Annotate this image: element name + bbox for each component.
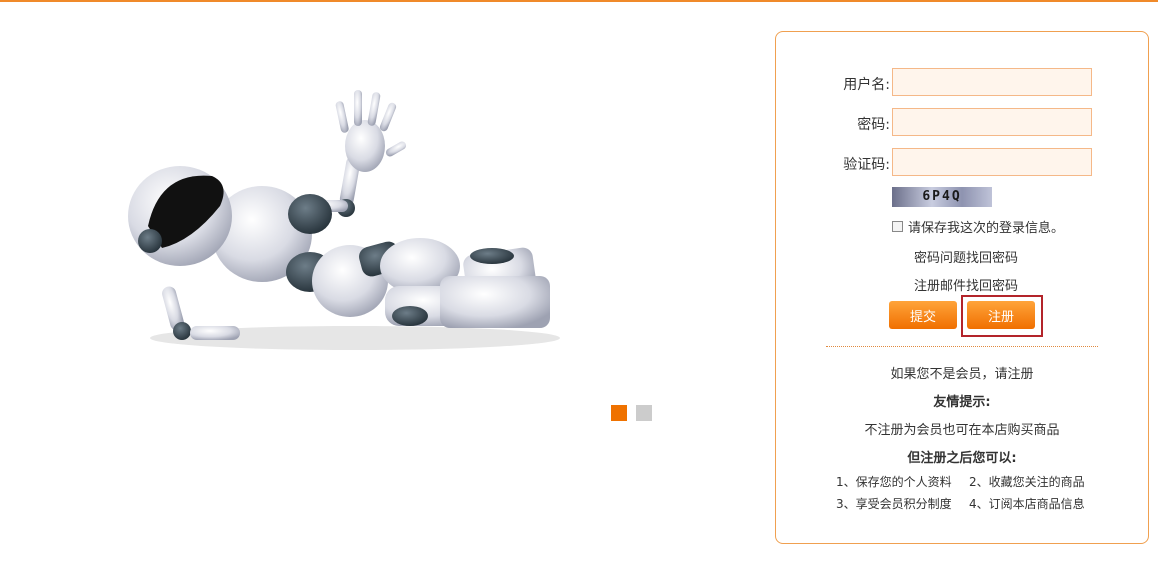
- benefit-item: 3、享受会员积分制度: [836, 497, 952, 511]
- carousel-dot-2[interactable]: [636, 405, 652, 421]
- username-input[interactable]: [892, 68, 1092, 96]
- captcha-row: 验证码:: [776, 148, 1148, 178]
- benefit-item: 2、收藏您关注的商品: [969, 475, 1085, 489]
- benefit-item: 4、订阅本店商品信息: [969, 497, 1085, 511]
- after-register-title: 但注册之后您可以:: [907, 451, 1017, 466]
- tip-text: 不注册为会员也可在本店购买商品: [864, 423, 1060, 438]
- tip-title: 友情提示:: [933, 395, 991, 410]
- carousel-image-robot[interactable]: [120, 76, 570, 366]
- remember-login[interactable]: 请保存我这次的登录信息。: [892, 217, 1064, 236]
- password-label: 密码:: [857, 117, 890, 133]
- divider: [826, 346, 1098, 347]
- recover-by-question-link[interactable]: 密码问题找回密码: [914, 247, 1018, 266]
- remember-checkbox[interactable]: [892, 221, 903, 232]
- remember-label: 请保存我这次的登录信息。: [908, 221, 1065, 236]
- password-row: 密码:: [776, 108, 1148, 138]
- robot-illustration: [128, 90, 560, 350]
- captcha-image[interactable]: 6P4Q: [892, 187, 992, 207]
- username-label: 用户名:: [843, 77, 890, 93]
- captcha-input[interactable]: [892, 148, 1092, 176]
- login-panel: 用户名: 密码: 验证码: 6P4Q 请保存我这次的登录信息。 密码问题找回密码…: [775, 31, 1149, 544]
- top-accent-line: [0, 0, 1158, 2]
- benefit-item: 1、保存您的个人资料: [836, 475, 952, 489]
- register-button[interactable]: 注册: [967, 301, 1035, 329]
- carousel-dots: [611, 405, 652, 421]
- recover-by-email-link[interactable]: 注册邮件找回密码: [914, 275, 1018, 294]
- captcha-label: 验证码:: [843, 157, 890, 173]
- username-row: 用户名:: [776, 68, 1148, 98]
- not-member-text: 如果您不是会员，请注册: [890, 367, 1034, 382]
- password-input[interactable]: [892, 108, 1092, 136]
- carousel-dot-1[interactable]: [611, 405, 627, 421]
- submit-button[interactable]: 提交: [889, 301, 957, 329]
